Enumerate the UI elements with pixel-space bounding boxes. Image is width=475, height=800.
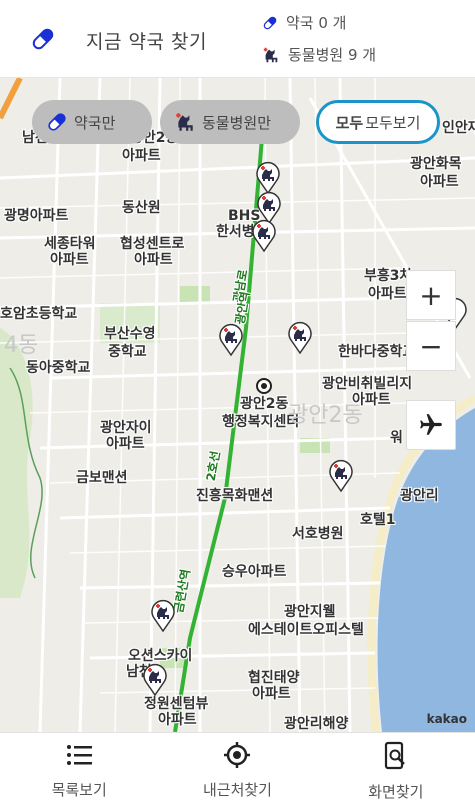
map-label: 협성센트로 [120,236,185,252]
app-header: 지금 약국 찾기 약국 0 개 동물병원 9 개 [0,0,475,78]
map-view[interactable]: 남천 광안2동 아파트 광안화목 아파트 동산원 BHS 한서병원 광명아파트 … [0,78,475,732]
dog-icon [263,47,278,62]
vet-marker[interactable] [255,160,281,195]
crosshair-icon [223,741,251,769]
pharmacy-count: 약국 0 개 [262,12,346,33]
location-pin-icon [256,378,272,394]
vet-marker[interactable] [287,320,313,355]
pill-icon [30,26,56,56]
map-label: 아파트 [50,252,89,268]
map-label: 서호병원 [292,526,344,542]
map-label: 승우아파트 [222,564,287,580]
dog-icon [176,113,193,131]
map-label: 광안비취빌리지 [322,376,413,392]
vet-only-label: 동물병원만 [202,113,272,132]
vet-marker[interactable] [328,458,354,493]
map-label: 아파트 [252,686,291,702]
map-label: 아파트 [134,252,173,268]
vet-marker[interactable] [218,322,244,357]
map-label: 호텔1 [360,512,396,528]
map-label: 4동 [4,333,39,358]
page-title: 지금 약국 찾기 [86,31,207,53]
vet-count-label: 동물병원 9 개 [288,46,377,64]
pharmacy-only-button[interactable]: 약국만 [32,100,152,144]
map-label: 광안리 [400,488,439,504]
map-label: 아파트 [420,174,459,190]
nav-nearby-label: 내근처찾기 [202,781,272,799]
show-all-prefix: 모두 [335,113,364,132]
nav-nearby-button[interactable]: 내근처찾기 [158,733,316,800]
nav-screen-label: 화면찾기 [368,783,424,800]
map-label: 에스테이트오피스텔 [248,622,364,638]
map-label: 광안지웰 [284,604,336,620]
map-label: 광안2동 [288,403,363,428]
map-label: 광안리해양 [284,716,349,732]
map-label: 아파트 [122,148,161,164]
map-label: 인안재 [442,120,475,136]
map-label: 아파트 [158,712,197,728]
vet-marker[interactable] [251,218,277,253]
map-label: 광명아파트 [4,208,69,224]
nav-list-button[interactable]: 목록보기 [0,733,158,800]
phone-search-icon [383,741,409,771]
zoom-in-button[interactable]: + [406,270,456,320]
pill-icon [263,16,277,29]
vet-only-button[interactable]: 동물병원만 [160,100,300,144]
bottom-nav: 목록보기 내근처찾기 화면찾기 [0,732,475,800]
map-label: 한바다중학교 [338,344,416,360]
pharmacy-only-label: 약국만 [74,113,116,132]
map-label: 세종타워 [44,236,96,252]
map-label: 호암초등학교 [0,306,78,322]
pill-icon [48,113,66,131]
vet-marker[interactable] [150,598,176,633]
vet-marker[interactable] [142,662,168,697]
list-icon [66,741,93,769]
nav-list-label: 목록보기 [51,781,107,799]
map-label: 동산원 [122,200,161,216]
show-all-label: 모두보기 [365,113,421,132]
map-label: 부산수영 [104,326,156,342]
zoom-out-button[interactable]: − [406,321,456,371]
airplane-icon [420,414,442,435]
map-base [0,78,475,732]
map-label: 금보맨션 [76,470,128,486]
map-label: 아파트 [368,286,407,302]
show-all-button[interactable]: 모두 모두보기 [316,100,440,144]
nav-screen-button[interactable]: 화면찾기 [317,733,475,800]
pharmacy-count-label: 약국 0 개 [286,14,347,32]
map-label: 진흥목화맨션 [196,488,274,504]
map-credit: kakao [426,712,467,726]
map-label: 광안자이 [100,420,152,436]
map-label: 광안화목 [410,156,462,172]
map-label: 중학교 [108,344,147,360]
map-label: 협진태양 [248,670,300,686]
map-label: 아파트 [106,436,145,452]
map-label: 동아중학교 [26,360,91,376]
map-label: 워 [390,430,403,446]
airplane-mode-button[interactable] [406,400,456,450]
map-label: 광안2동 [240,396,289,412]
map-label: 정원센텀뷰 [144,696,209,712]
vet-count: 동물병원 9 개 [262,44,376,65]
